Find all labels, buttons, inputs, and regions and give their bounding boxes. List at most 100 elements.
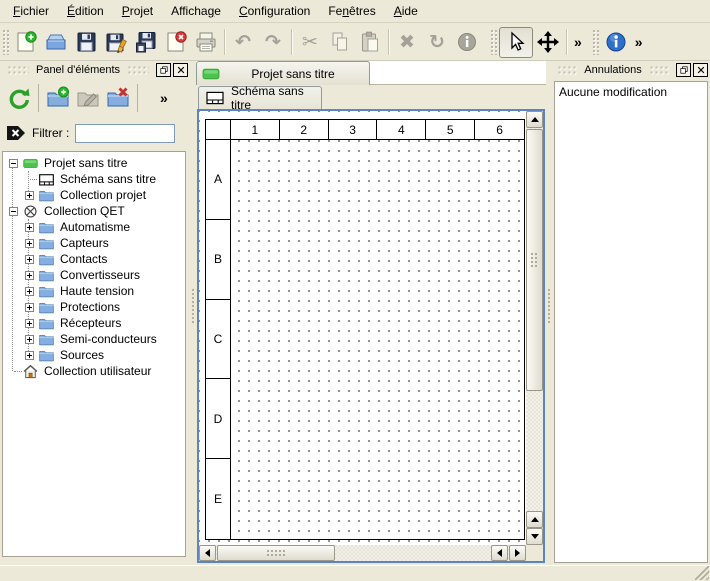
save-as-button[interactable] — [101, 27, 131, 57]
horizontal-scrollbar[interactable] — [199, 545, 526, 561]
menu-edition[interactable]: Édition — [58, 1, 113, 21]
close-document-button[interactable] — [161, 27, 191, 57]
expand-expander-icon[interactable] — [25, 271, 34, 280]
about-button[interactable] — [601, 27, 631, 57]
toolbar-overflow-button[interactable]: » — [631, 34, 647, 50]
tree-item-semi-conducteurs[interactable]: Semi-conducteurs — [5, 331, 185, 347]
edit-category-button[interactable] — [73, 83, 103, 113]
undo-list-item[interactable]: Aucune modification — [559, 84, 703, 100]
expand-expander-icon[interactable] — [25, 319, 34, 328]
new-document-button[interactable] — [11, 27, 41, 57]
arrow-up-icon — [531, 517, 539, 522]
scroll-left-button[interactable] — [199, 545, 216, 561]
clear-filter-button[interactable] — [6, 125, 26, 141]
tree-item-protections[interactable]: Protections — [5, 299, 185, 315]
expand-expander-icon[interactable] — [25, 223, 34, 232]
redo-button[interactable]: ↷ — [258, 27, 288, 57]
dock-close-button[interactable] — [693, 63, 708, 77]
save-all-icon — [134, 30, 158, 54]
expand-expander-icon[interactable] — [25, 255, 34, 264]
column-header: 6 — [475, 120, 524, 140]
filter-input[interactable] — [75, 124, 175, 143]
schema-canvas[interactable]: 1 2 3 4 5 6 A B C D E — [199, 111, 526, 545]
toolbar-drag-handle[interactable] — [490, 29, 497, 55]
move-tool-button[interactable] — [533, 27, 563, 57]
select-tool-button[interactable] — [499, 27, 533, 58]
tree-item-schema-sans-titre[interactable]: Schéma sans titre — [5, 171, 185, 187]
tree-item-collection-qet[interactable]: Collection QET — [5, 203, 185, 219]
delete-button[interactable]: ✖ — [392, 27, 422, 57]
tree-item-collection-projet[interactable]: Collection projet — [5, 187, 185, 203]
menu-projet[interactable]: Projet — [113, 1, 162, 21]
expand-expander-icon[interactable] — [25, 287, 34, 296]
tab-schema-sans-titre[interactable]: Schéma sans titre — [198, 86, 322, 109]
rotate-button[interactable]: ↻ — [422, 27, 452, 57]
qet-logo-icon — [22, 204, 39, 219]
paste-button[interactable] — [355, 27, 385, 57]
expand-expander-icon[interactable] — [25, 303, 34, 312]
dock-float-button[interactable] — [676, 63, 691, 77]
vertical-scrollbar-thumb[interactable] — [526, 129, 543, 391]
scroll-down-button[interactable] — [526, 528, 543, 545]
tab-projet-sans-titre[interactable]: Projet sans titre — [196, 61, 370, 85]
toolbar-overflow-button[interactable]: » — [570, 34, 586, 50]
collapse-expander-icon[interactable] — [9, 159, 18, 168]
tree-item-automatisme[interactable]: Automatisme — [5, 219, 185, 235]
delete-icon: ✖ — [399, 33, 415, 52]
thumb-grip — [266, 549, 286, 557]
reload-collections-button[interactable] — [4, 83, 34, 113]
undo-button[interactable]: ↶ — [228, 27, 258, 57]
info-button[interactable] — [452, 27, 482, 57]
expand-expander-icon[interactable] — [25, 335, 34, 344]
expand-expander-icon[interactable] — [25, 191, 34, 200]
tree-item-capteurs[interactable]: Capteurs — [5, 235, 185, 251]
row-header: A — [206, 140, 231, 220]
menu-configuration[interactable]: Configuration — [230, 1, 319, 21]
tree-item-sources[interactable]: Sources — [5, 347, 185, 363]
save-all-button[interactable] — [131, 27, 161, 57]
save-button[interactable] — [71, 27, 101, 57]
expand-expander-icon[interactable] — [25, 239, 34, 248]
delete-category-button[interactable] — [103, 83, 133, 113]
panel-overflow-button[interactable]: » — [156, 90, 172, 106]
info-icon — [455, 30, 479, 54]
cut-button[interactable]: ✂ — [295, 27, 325, 57]
tree-item-collection-utilisateur[interactable]: Collection utilisateur — [5, 363, 185, 379]
menu-fenetres[interactable]: Fenêtres — [319, 1, 384, 21]
elements-panel-titlebar[interactable]: Panel d'éléments — [2, 61, 188, 79]
scroll-right-button[interactable] — [509, 545, 526, 561]
collapse-expander-icon[interactable] — [9, 207, 18, 216]
tree-item-projet-sans-titre[interactable]: Projet sans titre — [5, 155, 185, 171]
tree-item-haute-tension[interactable]: Haute tension — [5, 283, 185, 299]
dock-float-button[interactable] — [156, 63, 171, 77]
size-grip[interactable] — [695, 566, 709, 580]
toolbar-drag-handle[interactable] — [2, 29, 9, 55]
toolbar-drag-handle[interactable] — [592, 29, 599, 55]
splitter-grip — [191, 288, 195, 324]
folder-icon — [38, 220, 55, 235]
dock-handle-texture — [557, 65, 577, 75]
open-button[interactable] — [41, 27, 71, 57]
splitter-grip — [547, 288, 551, 324]
tree-item-recepteurs[interactable]: Récepteurs — [5, 315, 185, 331]
scroll-left-button-2[interactable] — [491, 545, 508, 561]
corner-cell — [206, 120, 231, 140]
menu-fichier[interactable]: Fichier — [4, 1, 58, 21]
undo-history-list[interactable]: Aucune modification — [554, 81, 708, 563]
copy-button[interactable] — [325, 27, 355, 57]
horizontal-scrollbar-thumb[interactable] — [217, 545, 335, 561]
scroll-up-button-2[interactable] — [526, 511, 543, 528]
column-header: 3 — [329, 120, 378, 140]
elements-tree-panel[interactable]: Projet sans titre Schéma sans titre Coll… — [2, 151, 186, 557]
tree-item-contacts[interactable]: Contacts — [5, 251, 185, 267]
new-category-button[interactable] — [43, 83, 73, 113]
scroll-up-button[interactable] — [526, 111, 543, 128]
dock-close-button[interactable] — [173, 63, 188, 77]
print-button[interactable] — [191, 27, 221, 57]
vertical-scrollbar[interactable] — [526, 111, 543, 545]
undo-panel-titlebar[interactable]: Annulations — [552, 61, 708, 79]
menu-aide[interactable]: Aide — [385, 1, 427, 21]
tree-item-convertisseurs[interactable]: Convertisseurs — [5, 267, 185, 283]
menu-affichage[interactable]: Affichage — [162, 1, 230, 21]
expand-expander-icon[interactable] — [25, 351, 34, 360]
